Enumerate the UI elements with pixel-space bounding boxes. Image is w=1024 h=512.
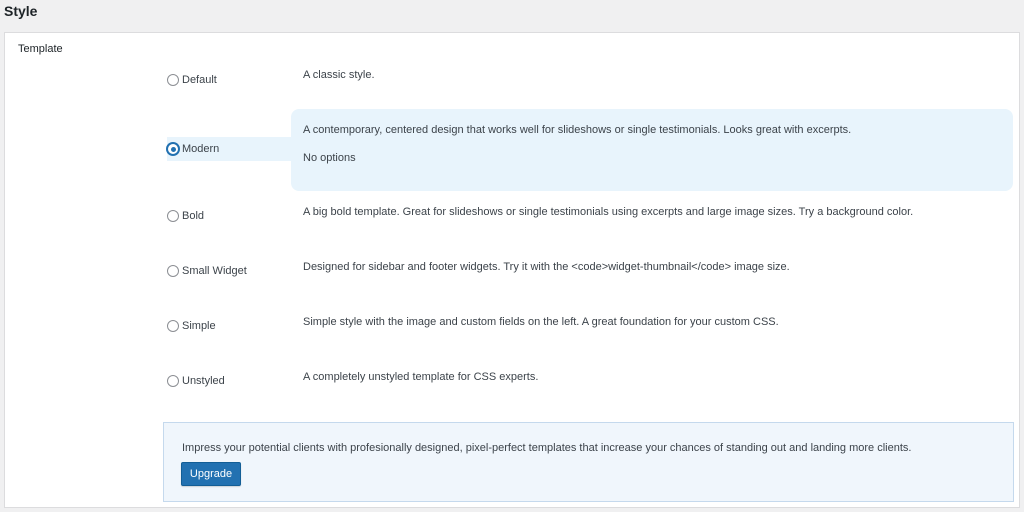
radio-simple[interactable]	[167, 320, 179, 332]
selected-template-details: A contemporary, centered design that wor…	[291, 109, 1013, 191]
radio-small-widget[interactable]	[167, 265, 179, 277]
radio-unstyled[interactable]	[167, 375, 179, 387]
option-description-default: A classic style.	[303, 69, 375, 81]
radio-modern-checked[interactable]	[167, 143, 179, 155]
radio-default[interactable]	[167, 74, 179, 86]
option-description-bold: A big bold template. Great for slideshow…	[303, 206, 914, 218]
template-option-unstyled[interactable]: Unstyled	[167, 375, 225, 387]
option-description-small-widget: Designed for sidebar and footer widgets.…	[303, 261, 790, 273]
template-option-modern[interactable]: Modern	[167, 137, 297, 161]
option-description-unstyled: A completely unstyled template for CSS e…	[303, 371, 539, 383]
upgrade-promo-box: Impress your potential clients with prof…	[163, 422, 1014, 502]
template-option-small-widget[interactable]: Small Widget	[167, 265, 247, 277]
option-label-modern: Modern	[182, 143, 220, 155]
option-description-simple: Simple style with the image and custom f…	[303, 316, 779, 328]
template-option-bold[interactable]: Bold	[167, 210, 204, 222]
style-settings-panel: Template Default A classic style. A cont…	[4, 32, 1020, 508]
template-options-text: No options	[303, 152, 356, 164]
radio-dot	[170, 146, 176, 152]
option-label-small-widget: Small Widget	[182, 265, 247, 277]
upgrade-button[interactable]: Upgrade	[181, 462, 241, 486]
radio-bold[interactable]	[167, 210, 179, 222]
option-label-unstyled: Unstyled	[182, 375, 225, 387]
option-label-bold: Bold	[182, 210, 205, 222]
option-label-default: Default	[182, 74, 217, 86]
template-option-default[interactable]: Default	[167, 74, 217, 86]
promo-text: Impress your potential clients with prof…	[182, 442, 912, 454]
option-description-modern: A contemporary, centered design that wor…	[303, 124, 852, 136]
section-title: Style	[4, 3, 38, 19]
template-option-simple[interactable]: Simple	[167, 320, 216, 332]
template-row-label: Template	[18, 43, 63, 55]
option-label-simple: Simple	[182, 320, 216, 332]
